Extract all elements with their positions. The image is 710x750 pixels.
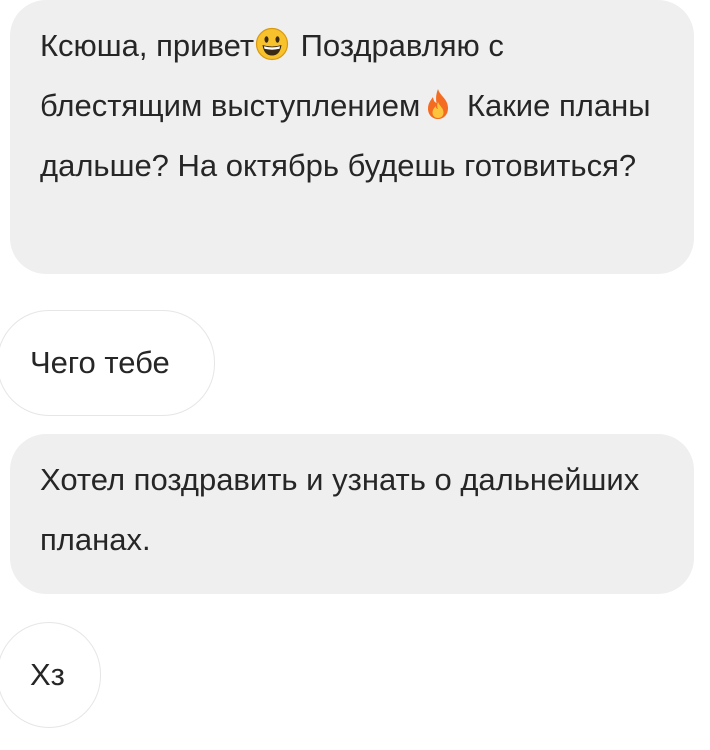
grinning-face-icon <box>255 21 289 61</box>
message-bubble-sent[interactable]: Хотел поздравить и узнать о дальнейших п… <box>10 434 694 594</box>
message-bubble-received[interactable]: Хз <box>0 622 101 728</box>
message-text: Чего тебе <box>30 345 170 380</box>
message-text: Хз <box>30 657 65 692</box>
message-text: Хотел поздравить и узнать о дальнейших п… <box>40 462 640 557</box>
message-bubble-received[interactable]: Чего тебе <box>0 310 215 416</box>
fire-icon <box>421 81 455 119</box>
message-bubble-sent[interactable]: Ксюша, привет Поздравляю с блестящим выс… <box>10 0 694 274</box>
message-text: Ксюша, привет <box>40 28 255 63</box>
